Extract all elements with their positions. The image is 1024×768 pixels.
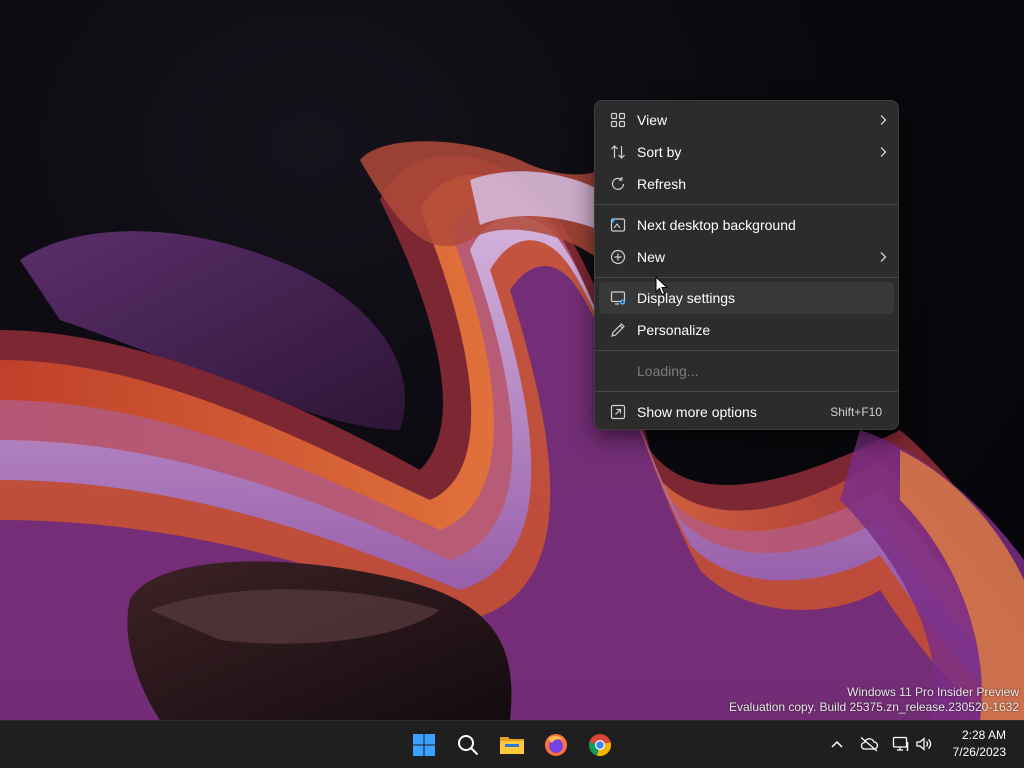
chevron-right-icon — [872, 251, 894, 263]
watermark-edition: Windows 11 Pro Insider Preview — [847, 685, 1019, 699]
clock-date: 7/26/2023 — [952, 745, 1006, 759]
menu-item-show-more-options[interactable]: Show more options Shift+F10 — [599, 396, 894, 428]
onedrive-offline-icon — [860, 737, 879, 752]
menu-label-sort-by: Sort by — [637, 144, 682, 160]
menu-item-refresh[interactable]: Refresh — [599, 168, 894, 200]
menu-label-loading: Loading... — [637, 363, 699, 379]
menu-item-personalize[interactable]: Personalize — [599, 314, 894, 346]
menu-label-refresh: Refresh — [637, 176, 687, 192]
menu-label-next-desktop-background: Next desktop background — [637, 217, 796, 233]
show-hidden-icons-button[interactable] — [826, 733, 848, 755]
menu-label-new: New — [637, 249, 666, 265]
search-button[interactable] — [449, 727, 487, 763]
taskbar-clock[interactable]: 2:28 AM 7/26/2023 — [953, 727, 1006, 761]
start-button[interactable] — [405, 727, 443, 763]
menu-label-view: View — [637, 112, 668, 128]
network-icon — [892, 736, 909, 751]
clock-time: 2:28 AM — [961, 728, 1006, 742]
windows-watermark: Windows 11 Pro Insider Preview Evaluatio… — [729, 685, 1019, 715]
mouse-cursor-icon — [655, 276, 669, 296]
chrome-icon — [589, 734, 611, 756]
menu-separator — [595, 391, 898, 392]
menu-label-show-more-options: Show more options — [637, 404, 757, 420]
menu-separator — [595, 204, 898, 205]
network-button[interactable] — [890, 733, 912, 755]
refresh-icon — [599, 176, 637, 192]
file-explorer-button[interactable] — [493, 727, 531, 763]
menu-item-loading: Loading... — [599, 355, 894, 387]
menu-item-display-settings[interactable]: Display settings — [599, 282, 894, 314]
file-explorer-icon — [500, 737, 524, 754]
plus-circle-icon — [599, 249, 637, 265]
chrome-button[interactable] — [581, 727, 619, 763]
menu-separator — [595, 350, 898, 351]
search-icon — [458, 735, 479, 756]
watermark-build: Evaluation copy. Build 25375.zn_release.… — [729, 700, 1019, 714]
desktop-context-menu: View Sort by Refresh Next desktop backgr… — [594, 100, 899, 430]
onedrive-status-button[interactable] — [858, 733, 880, 755]
grid-view-icon — [599, 112, 637, 128]
next-background-icon — [599, 217, 637, 233]
menu-item-new[interactable]: New — [599, 241, 894, 273]
desktop[interactable]: Windows 11 Pro Insider Preview Evaluatio… — [0, 0, 1024, 720]
menu-item-next-desktop-background[interactable]: Next desktop background — [599, 209, 894, 241]
firefox-button[interactable] — [537, 727, 575, 763]
pen-icon — [599, 322, 637, 338]
chevron-right-icon — [872, 114, 894, 126]
taskbar: 2:28 AM 7/26/2023 — [0, 720, 1024, 768]
sort-arrows-icon — [599, 144, 637, 160]
volume-icon — [916, 737, 932, 751]
chevron-right-icon — [872, 146, 894, 158]
show-more-icon — [599, 404, 637, 420]
menu-item-view[interactable]: View — [599, 104, 894, 136]
menu-item-sort-by[interactable]: Sort by — [599, 136, 894, 168]
shortcut-label: Shift+F10 — [830, 405, 882, 419]
chevron-up-icon — [831, 740, 843, 748]
menu-separator — [595, 277, 898, 278]
menu-label-display-settings: Display settings — [637, 290, 736, 306]
display-settings-icon — [599, 290, 637, 306]
menu-label-personalize: Personalize — [637, 322, 711, 338]
volume-button[interactable] — [913, 733, 935, 755]
windows-start-icon — [413, 734, 435, 756]
firefox-icon — [545, 734, 567, 756]
